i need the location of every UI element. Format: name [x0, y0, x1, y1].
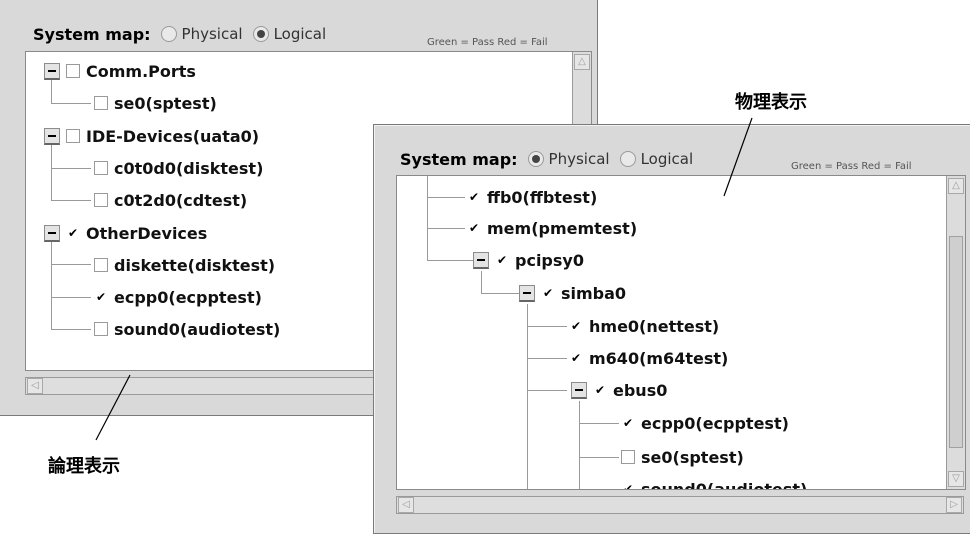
callout-leader-lines	[95, 117, 753, 441]
logical-leader-line	[95, 374, 131, 441]
physical-leader-line	[723, 117, 753, 197]
logical-view-callout: 論理表示	[48, 456, 120, 477]
physical-view-callout: 物理表示	[735, 92, 807, 113]
